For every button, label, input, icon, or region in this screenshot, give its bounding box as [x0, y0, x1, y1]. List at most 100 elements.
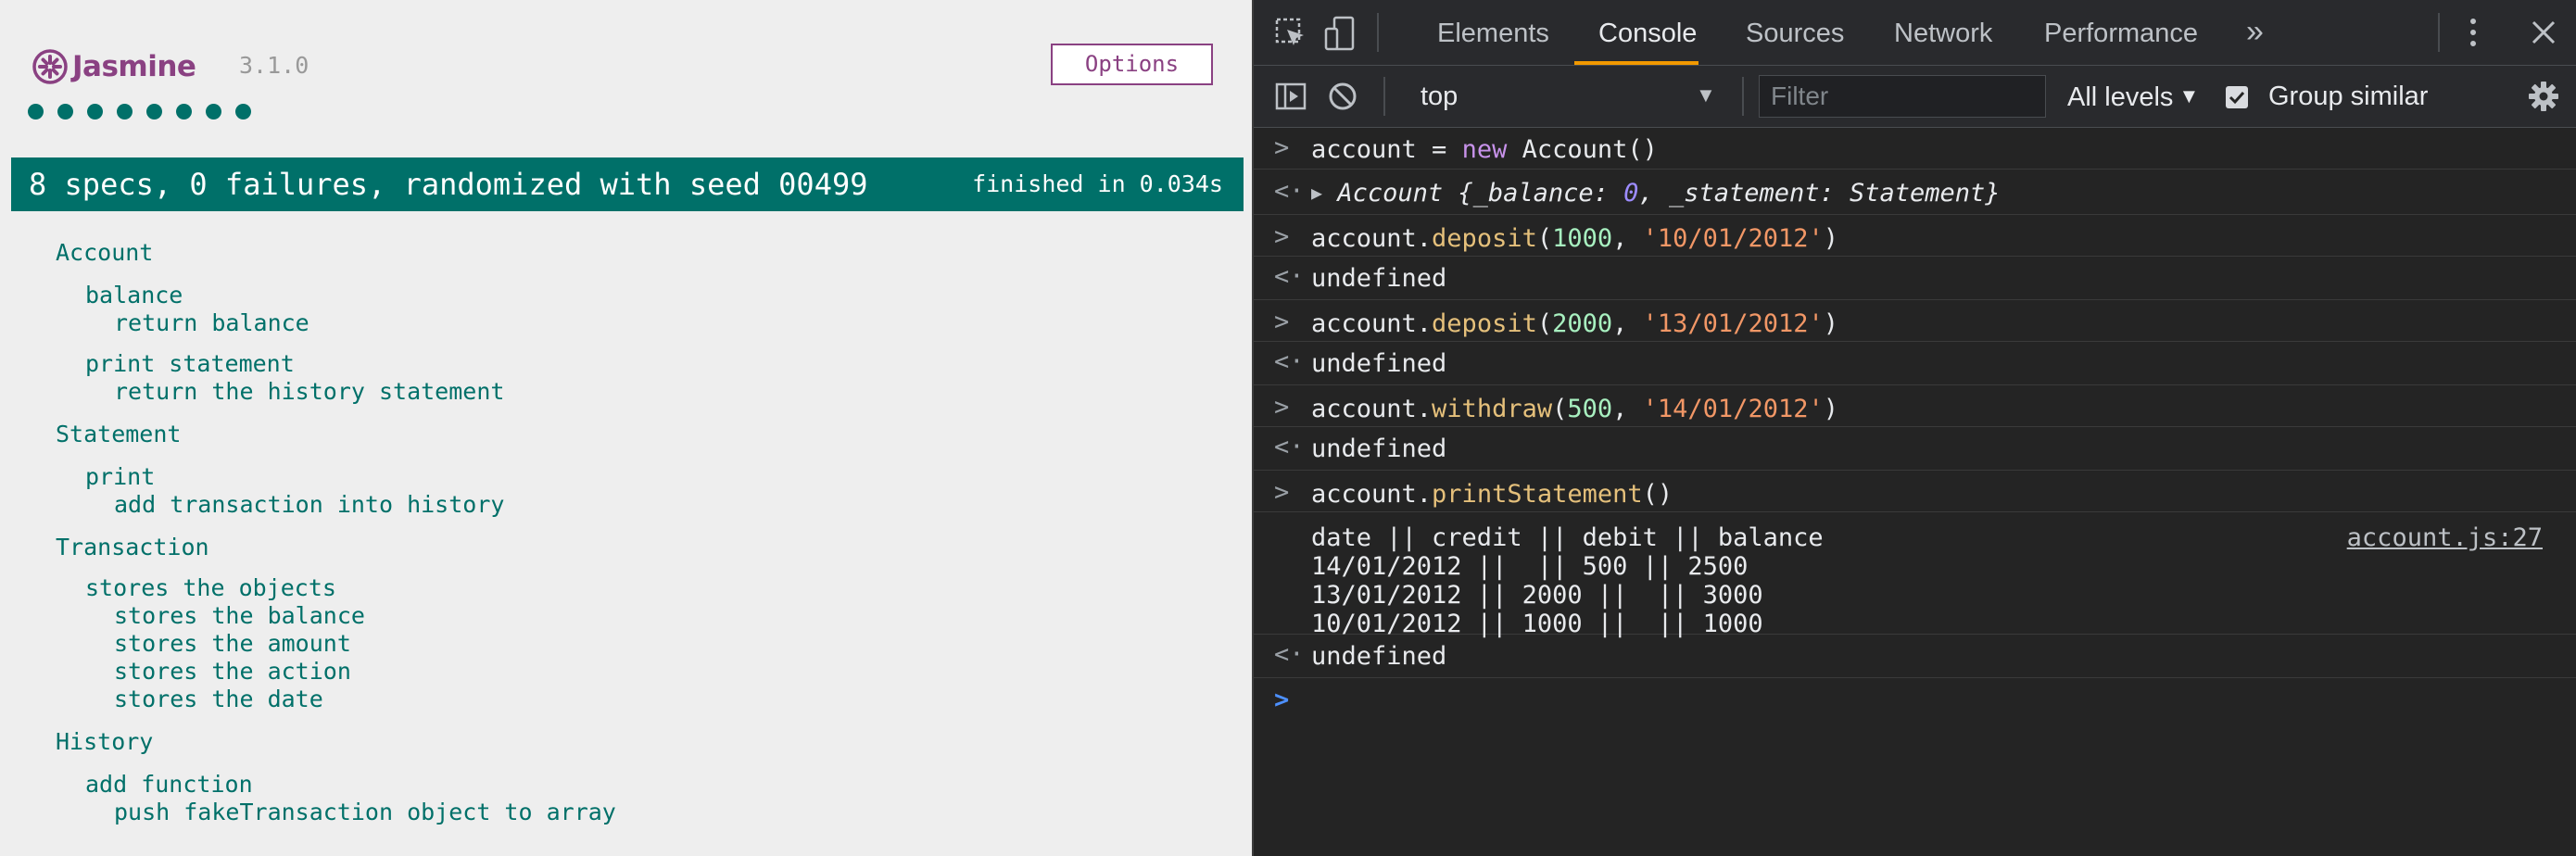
group-similar-checkbox[interactable]	[2226, 86, 2248, 108]
console-result-row: <· undefined	[1254, 342, 2576, 385]
clear-console-icon[interactable]	[1326, 80, 1359, 113]
console-log-row: date || credit || debit || balance accou…	[1254, 512, 2576, 638]
input-prompt-chevron-icon: >	[1274, 478, 1290, 507]
tab-sources[interactable]: Sources	[1746, 0, 1844, 65]
input-prompt-chevron-icon: >	[1274, 222, 1290, 251]
close-icon[interactable]	[2530, 19, 2557, 46]
console-input-row: > account.withdraw(500, '14/01/2012')	[1254, 385, 2576, 427]
tab-separator	[2438, 13, 2440, 52]
suite-stores-the-objects[interactable]: stores the objects	[85, 574, 336, 601]
checkmark-icon	[2229, 91, 2245, 105]
tab-console[interactable]: Console	[1598, 0, 1697, 65]
result-undefined: undefined	[1311, 264, 1447, 293]
spec-passed-dot[interactable]	[176, 104, 192, 120]
show-sidebar-icon[interactable]	[1274, 80, 1307, 113]
spec-passed-dot[interactable]	[28, 104, 44, 120]
more-tabs-chevron-icon[interactable]: »	[2246, 0, 2264, 65]
log-levels-dropdown[interactable]: All levels ▼	[2067, 66, 2199, 128]
console-command[interactable]: account.deposit(2000, '13/01/2012')	[1311, 309, 1838, 338]
tab-separator	[1377, 13, 1379, 52]
filter-input[interactable]: Filter	[1759, 75, 2046, 118]
input-prompt-chevron-icon: >	[1274, 308, 1290, 336]
toolbar-separator	[1742, 77, 1744, 116]
statement-line: 13/01/2012 || 2000 || || 3000	[1311, 581, 1763, 610]
result-undefined: undefined	[1311, 642, 1447, 671]
spec-passed-dot[interactable]	[235, 104, 251, 120]
results-summary-bar: 8 specs, 0 failures, randomized with see…	[11, 157, 1244, 211]
console-result-row: <· undefined	[1254, 635, 2576, 678]
console-settings-gear-icon[interactable]	[2527, 80, 2560, 113]
spec-stores-action[interactable]: stores the action	[114, 658, 351, 685]
options-button[interactable]: Options	[1051, 44, 1213, 85]
suite-history[interactable]: History	[56, 728, 153, 755]
spec-passed-dot[interactable]	[57, 104, 73, 120]
jasmine-logo-text: Jasmine	[72, 50, 196, 83]
tab-elements[interactable]: Elements	[1437, 0, 1549, 65]
spec-return-history-statement[interactable]: return the history statement	[114, 378, 504, 405]
jasmine-logo[interactable]: Jasmine	[32, 46, 196, 87]
input-prompt-chevron-icon: >	[1274, 393, 1290, 422]
console-input-row: > account.printStatement()	[1254, 471, 2576, 512]
suite-account[interactable]: Account	[56, 239, 153, 266]
spec-passed-dot[interactable]	[117, 104, 133, 120]
results-summary[interactable]: 8 specs, 0 failures, randomized with see…	[29, 157, 867, 211]
statement-header: date || credit || debit || balance	[1311, 523, 1824, 552]
expand-triangle-icon[interactable]: ▶	[1311, 182, 1322, 204]
result-arrow-icon: <·	[1274, 262, 1305, 291]
result-arrow-icon: <·	[1274, 433, 1305, 461]
console-command[interactable]: account.printStatement()	[1311, 480, 1673, 509]
result-undefined: undefined	[1311, 434, 1447, 463]
spec-push-fake-transaction[interactable]: push fakeTransaction object to array	[114, 799, 616, 825]
context-selector[interactable]: top	[1421, 66, 1458, 127]
toolbar-separator	[1383, 77, 1385, 116]
devtools-panel: Elements Console Sources Network Perform…	[1252, 0, 2576, 856]
console-input-row: > account = new Account()	[1254, 128, 2576, 170]
console-result-row: <· undefined	[1254, 427, 2576, 471]
log-levels-label: All levels	[2067, 82, 2174, 112]
console-command[interactable]: account.withdraw(500, '14/01/2012')	[1311, 395, 1838, 423]
suite-print-statement[interactable]: print statement	[85, 350, 295, 377]
input-prompt-chevron-icon: >	[1274, 133, 1290, 162]
tab-network[interactable]: Network	[1894, 0, 1992, 65]
spec-passed-dot[interactable]	[87, 104, 103, 120]
console-prompt[interactable]: >	[1254, 678, 2576, 724]
device-toolbar-icon[interactable]	[1323, 15, 1360, 52]
group-similar-label[interactable]: Group similar	[2268, 66, 2428, 127]
spec-return-balance[interactable]: return balance	[114, 309, 309, 336]
spec-passed-dot[interactable]	[146, 104, 162, 120]
statement-line: 14/01/2012 || || 500 || 2500	[1311, 552, 1749, 581]
suite-add-function[interactable]: add function	[85, 771, 253, 798]
context-dropdown-arrow-icon[interactable]: ▼	[1696, 66, 1716, 125]
result-arrow-icon: <·	[1274, 640, 1305, 669]
tab-performance[interactable]: Performance	[2044, 0, 2198, 65]
spec-stores-balance[interactable]: stores the balance	[114, 602, 365, 629]
console-toolbar: top ▼ Filter All levels ▼ Group similar	[1254, 66, 2576, 128]
spec-passed-dot[interactable]	[206, 104, 221, 120]
console-command[interactable]: account.deposit(1000, '10/01/2012')	[1311, 224, 1838, 253]
object-preview[interactable]: ▶ Account {_balance: 0, _statement: Stat…	[1311, 179, 2001, 208]
suite-balance[interactable]: balance	[85, 282, 183, 308]
devtools-tab-bar: Elements Console Sources Network Perform…	[1254, 0, 2576, 66]
spec-stores-date[interactable]: stores the date	[114, 686, 323, 712]
result-arrow-icon: <·	[1274, 177, 1305, 206]
kebab-menu-icon[interactable]	[2468, 17, 2479, 48]
console-input-row: > account.deposit(1000, '10/01/2012')	[1254, 215, 2576, 257]
chevron-down-icon: ▼	[2178, 84, 2200, 107]
run-duration: finished in 0.034s	[972, 170, 1223, 197]
suite-print[interactable]: print	[85, 463, 155, 490]
spec-add-transaction[interactable]: add transaction into history	[114, 491, 504, 518]
spec-stores-amount[interactable]: stores the amount	[114, 630, 351, 657]
console-input-row: > account.deposit(2000, '13/01/2012')	[1254, 300, 2576, 342]
jasmine-panel: Jasmine 3.1.0 Options 8 specs, 0 failure…	[0, 0, 1252, 856]
suite-transaction[interactable]: Transaction	[56, 534, 209, 560]
console-command[interactable]: account = new Account()	[1311, 135, 1658, 164]
jasmine-version: 3.1.0	[239, 52, 309, 79]
console-result-row: <· ▶ Account {_balance: 0, _statement: S…	[1254, 170, 2576, 215]
suite-statement[interactable]: Statement	[56, 421, 181, 447]
inspect-element-icon[interactable]	[1274, 17, 1307, 50]
prompt-caret-icon: >	[1274, 686, 1290, 714]
console-messages[interactable]: > account = new Account() <· ▶ Account {…	[1254, 128, 2576, 856]
source-link[interactable]: account.js:27	[2347, 523, 2543, 552]
jasmine-flower-icon	[32, 49, 68, 84]
result-undefined: undefined	[1311, 349, 1447, 378]
